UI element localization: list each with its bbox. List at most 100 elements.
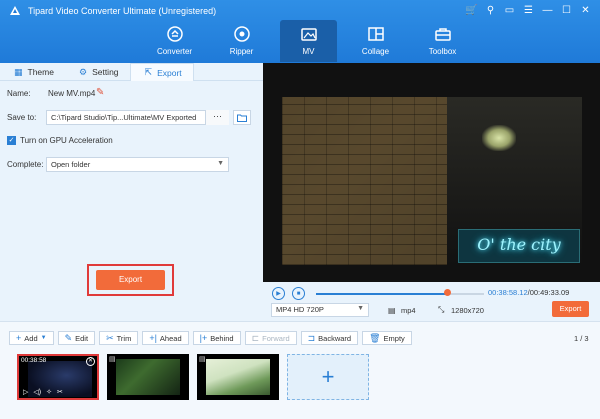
clip-list: 00:38:58 ✕ ▷ ◁) ✧ ✂ ▤ ▤ +: [17, 354, 369, 400]
scissors-icon[interactable]: ✂: [57, 388, 63, 396]
street-lamp: [482, 125, 516, 151]
edit-icon: ✎: [64, 332, 73, 343]
clip-thumbnail: [206, 359, 270, 395]
complete-label: Complete:: [7, 160, 44, 169]
forward-button[interactable]: ⊏ Forward: [244, 331, 297, 345]
trash-icon: 🗑: [369, 332, 381, 343]
film-icon: ▤: [388, 306, 396, 315]
empty-button[interactable]: 🗑 Empty: [362, 331, 412, 345]
clip-item[interactable]: ▤: [197, 354, 279, 400]
play-button[interactable]: ▶: [272, 287, 285, 300]
browse-button[interactable]: ···: [205, 110, 229, 125]
window-controls: 🛒 ⚲ ▭ ☰ — ☐ ✕: [463, 3, 594, 18]
save-path-field[interactable]: C:\Tipard Studio\Tip...Ultimate\MV Expor…: [46, 110, 229, 125]
plus-icon: +: [16, 333, 22, 343]
export-icon: ⇱: [144, 67, 153, 77]
nav-ripper[interactable]: Ripper: [213, 20, 270, 62]
close-icon[interactable]: ✕: [577, 3, 594, 18]
time-readout: 00:38:58.12/00:49:33.09: [488, 288, 569, 297]
clip-time: 00:38:58: [21, 357, 47, 364]
menu-icon[interactable]: ☰: [520, 3, 537, 18]
edit-button[interactable]: ✎ Edit: [57, 331, 96, 345]
behind-button[interactable]: |+ Behind: [192, 331, 241, 345]
toolbox-icon: [434, 25, 452, 43]
clip-controls: ▷ ◁) ✧ ✂: [23, 388, 63, 396]
add-button[interactable]: + Add ▼: [9, 331, 54, 345]
panel-tabs: ▦ Theme ⚙ Setting ⇱ Export: [0, 63, 263, 81]
current-time: 00:38:58.12: [488, 288, 528, 297]
clip-thumbnail: [116, 359, 180, 395]
total-time: /00:49:33.09: [527, 288, 570, 297]
clip-item[interactable]: 00:38:58 ✕ ▷ ◁) ✧ ✂: [17, 354, 99, 400]
open-folder-button[interactable]: [233, 110, 251, 125]
progress-fill: [316, 293, 448, 295]
nav-mv[interactable]: MV: [280, 20, 337, 62]
behind-icon: |+: [199, 333, 208, 343]
export-button[interactable]: Export: [96, 270, 165, 290]
neon-sign-text: O' the city: [477, 235, 561, 254]
complete-select[interactable]: Open folder ▼: [46, 157, 229, 172]
brick-wall: [282, 97, 447, 265]
playback-bar: ▶ ■ 00:38:58.12/00:49:33.09 MP4 HD 720P …: [263, 282, 600, 321]
play-icon[interactable]: ▷: [23, 388, 28, 396]
nav-collage[interactable]: Collage: [347, 20, 404, 62]
film-icon: ▤: [199, 356, 206, 363]
name-value: New MV.mp4: [48, 89, 96, 98]
gpu-acceleration[interactable]: ✓ Turn on GPU Acceleration: [7, 136, 113, 145]
nav-toolbox[interactable]: Toolbox: [414, 20, 471, 62]
app-title: Tipard Video Converter Ultimate (Unregis…: [28, 6, 217, 16]
main-nav: Converter Ripper MV Collage Toolbox: [146, 20, 471, 62]
gpu-checkbox[interactable]: ✓: [7, 136, 16, 145]
account-icon[interactable]: ⚲: [482, 3, 499, 18]
tab-setting[interactable]: ⚙ Setting: [65, 63, 130, 81]
clip-toolbar: + Add ▼ ✎ Edit ✂ Trim +| Ahead |+ Behind…: [9, 331, 412, 345]
timeline-area: + Add ▼ ✎ Edit ✂ Trim +| Ahead |+ Behind…: [0, 321, 600, 419]
format-select[interactable]: MP4 HD 720P ▼: [271, 303, 369, 317]
gear-icon: ⚙: [78, 66, 88, 77]
maximize-icon[interactable]: ☐: [558, 3, 575, 18]
save-label: Save to:: [7, 113, 37, 122]
tab-export[interactable]: ⇱ Export: [129, 63, 194, 81]
close-icon[interactable]: ✕: [86, 357, 95, 366]
forward-icon: ⊏: [251, 332, 260, 343]
ripper-icon: [233, 25, 251, 43]
title-bar: Tipard Video Converter Ultimate (Unregis…: [0, 0, 600, 63]
progress-knob[interactable]: [443, 289, 451, 296]
theme-icon: ▦: [14, 66, 23, 77]
add-clip-button[interactable]: +: [287, 354, 369, 400]
ahead-button[interactable]: +| Ahead: [142, 331, 189, 345]
backward-icon: ⊐: [307, 332, 316, 343]
minimize-icon[interactable]: —: [539, 3, 556, 18]
tab-theme[interactable]: ▦ Theme: [0, 63, 65, 81]
video-frame: O' the city: [282, 97, 582, 265]
plus-icon: +: [321, 364, 335, 389]
cart-icon[interactable]: 🛒: [463, 3, 480, 18]
name-label: Name:: [7, 89, 31, 98]
backward-button[interactable]: ⊐ Backward: [300, 331, 359, 345]
progress-track[interactable]: [316, 293, 484, 295]
gpu-label: Turn on GPU Acceleration: [20, 136, 113, 145]
pencil-icon[interactable]: ✎: [96, 87, 104, 98]
volume-icon[interactable]: ◁): [33, 388, 41, 396]
resize-icon: ⤡: [438, 305, 445, 314]
film-icon: ▤: [109, 356, 116, 363]
ahead-icon: +|: [149, 333, 157, 343]
stop-button[interactable]: ■: [292, 287, 305, 300]
chevron-down-icon: ▼: [357, 305, 364, 312]
complete-value: Open folder: [51, 160, 91, 169]
chevron-down-icon: ▼: [217, 160, 224, 167]
resolution: 1280x720: [451, 306, 484, 315]
star-icon[interactable]: ✧: [46, 388, 52, 396]
feedback-icon[interactable]: ▭: [501, 3, 518, 18]
format-value: MP4 HD 720P: [276, 305, 324, 314]
converter-icon: [166, 25, 184, 43]
video-preview[interactable]: O' the city: [263, 63, 600, 282]
scissors-icon: ✂: [106, 332, 114, 343]
folder-icon: [237, 114, 247, 122]
app-logo-icon: [10, 6, 20, 15]
trim-button[interactable]: ✂ Trim: [99, 331, 139, 345]
nav-converter[interactable]: Converter: [146, 20, 203, 62]
clip-item[interactable]: ▤: [107, 354, 189, 400]
export-button-small[interactable]: Export: [552, 301, 589, 317]
mv-icon: [300, 25, 318, 43]
